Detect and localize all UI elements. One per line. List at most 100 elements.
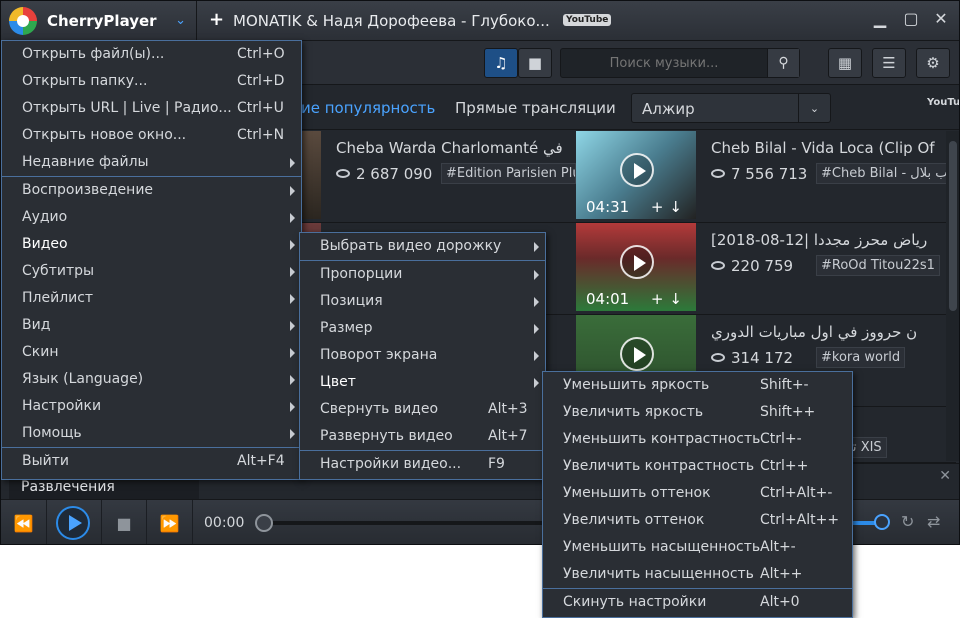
music-note-icon: ♫	[494, 54, 508, 72]
color-menu-item[interactable]: Скинуть настройки Alt+0	[543, 589, 852, 616]
chevron-right-icon	[290, 267, 295, 277]
color-menu-item[interactable]: Уменьшить оттенок Ctrl+Alt+-	[543, 480, 852, 507]
play-overlay-icon[interactable]	[620, 337, 654, 371]
color-submenu: Уменьшить яркость Shift+- Увеличить яркост…	[542, 371, 853, 618]
video-tag[interactable]: #RoOd Titou22s1	[816, 255, 940, 276]
color-menu-item[interactable]: Увеличить насыщенность Alt++	[543, 561, 852, 588]
color-menu-item[interactable]: Увеличить контрастность Ctrl++	[543, 453, 852, 480]
video-menu-item[interactable]: Цвет	[300, 369, 545, 396]
main-menu-item[interactable]: Воспроизведение	[2, 177, 301, 204]
scrollbar-thumb[interactable]	[949, 141, 957, 311]
color-menu-item[interactable]: Увеличить оттенок Ctrl+Alt++	[543, 507, 852, 534]
country-value: Алжир	[642, 100, 695, 118]
main-menu-item[interactable]: Недавние файлы	[2, 149, 301, 176]
video-tag[interactable]: #Edition Parisien Plus	[441, 163, 576, 184]
menu-item-label: Видео	[22, 236, 68, 252]
main-menu-item[interactable]: Открыть новое окно... Ctrl+N	[2, 122, 301, 149]
add-download-icons[interactable]: +↓	[651, 198, 688, 216]
seek-handle[interactable]	[255, 514, 273, 532]
menu-item-label: Выйти	[22, 453, 70, 469]
chevron-right-icon	[534, 324, 539, 334]
main-menu-item[interactable]: Помощь	[2, 420, 301, 447]
color-menu-item[interactable]: Уменьшить яркость Shift+-	[543, 372, 852, 399]
forward-button[interactable]: ⏩	[147, 500, 193, 544]
main-menu-item[interactable]: Открыть URL | Live | Радио... Ctrl+U	[2, 95, 301, 122]
menu-item-shortcut: Alt+7	[488, 428, 528, 444]
video-item[interactable]: 04:01 +↓ [2018-08-12| رياض محرز مجددا 22…	[576, 223, 956, 315]
settings-button[interactable]: ⚙	[916, 48, 950, 78]
main-menu-item[interactable]: Субтитры	[2, 258, 301, 285]
chevron-right-icon	[290, 375, 295, 385]
main-menu-item[interactable]: Плейлист	[2, 285, 301, 312]
country-select[interactable]: Алжир ⌄	[631, 93, 831, 123]
main-menu-item[interactable]: Открыть файл(ы)... Ctrl+O	[2, 41, 301, 68]
menu-item-label: Настройки	[22, 398, 102, 414]
close-button[interactable]: ✕	[930, 9, 952, 31]
add-download-icons[interactable]: +↓	[651, 290, 688, 308]
minimize-button[interactable]: ▁	[869, 9, 891, 31]
chevron-right-icon	[290, 240, 295, 250]
video-menu-item[interactable]: Настройки видео... F9	[300, 451, 545, 478]
menu-item-label: Вид	[22, 317, 51, 333]
menu-item-shortcut: Alt+-	[760, 539, 796, 555]
chevron-right-icon	[290, 294, 295, 304]
menu-item-shortcut: Alt++	[760, 566, 803, 582]
main-menu-item[interactable]: Вид	[2, 312, 301, 339]
menu-item-label: Увеличить контрастность	[563, 458, 755, 474]
chevron-right-icon	[290, 402, 295, 412]
playlist-view-button[interactable]: ☰	[872, 48, 906, 78]
grid-view-button[interactable]: ▦	[828, 48, 862, 78]
main-menu-item[interactable]: Настройки	[2, 393, 301, 420]
video-mode-button[interactable]: ■	[518, 48, 552, 78]
search-input[interactable]	[561, 49, 767, 77]
app-menu-button[interactable]: CherryPlayer ⌄	[1, 1, 197, 41]
main-menu-item[interactable]: Язык (Language)	[2, 366, 301, 393]
video-menu-item[interactable]: Свернуть видео Alt+3	[300, 396, 545, 423]
youtube-logo-icon: YouTube	[563, 14, 612, 26]
shuffle-icon[interactable]: ⇄	[927, 512, 940, 531]
video-item[interactable]: 04:31 +↓ Cheb Bilal - Vida Loca (Clip Of…	[576, 131, 956, 223]
main-menu-item[interactable]: Скин	[2, 339, 301, 366]
play-overlay-icon[interactable]	[620, 153, 654, 187]
play-button[interactable]	[56, 506, 90, 540]
video-menu-item[interactable]: Развернуть видео Alt+7	[300, 423, 545, 450]
stop-button[interactable]: ■	[101, 500, 147, 544]
list-icon: ☰	[882, 54, 896, 72]
new-tab-plus-icon[interactable]: +	[209, 9, 224, 30]
video-menu-item[interactable]: Позиция	[300, 288, 545, 315]
main-menu-item[interactable]: Видео	[2, 231, 301, 258]
video-tag[interactable]: #kora world	[816, 347, 906, 368]
tab-popularity[interactable]: ие популярность	[301, 99, 435, 117]
video-menu-item[interactable]: Пропорции	[300, 261, 545, 288]
menu-item-shortcut: Ctrl+O	[237, 46, 285, 62]
volume-handle[interactable]	[874, 514, 890, 530]
menu-item-label: Плейлист	[22, 290, 94, 306]
color-menu-item[interactable]: Уменьшить насыщенность Alt+-	[543, 534, 852, 561]
maximize-button[interactable]: ▢	[900, 9, 922, 31]
menu-item-shortcut: Ctrl+-	[760, 431, 802, 447]
cherryplayer-logo-icon	[9, 7, 37, 35]
color-menu-item[interactable]: Увеличить яркость Shift++	[543, 399, 852, 426]
chevron-right-icon	[290, 429, 295, 439]
tab-live[interactable]: Прямые трансляции	[455, 99, 616, 117]
play-overlay-icon[interactable]	[620, 245, 654, 279]
main-menu-item[interactable]: Выйти Alt+F4	[2, 448, 301, 475]
video-menu-item[interactable]: Выбрать видео дорожку	[300, 233, 545, 260]
video-list-scrollbar[interactable]	[946, 131, 959, 461]
menu-item-label: Размер	[320, 320, 373, 336]
rewind-button[interactable]: ⏪	[1, 500, 47, 544]
category-label: Развлечения	[9, 477, 199, 499]
music-mode-button[interactable]: ♫	[484, 48, 518, 78]
video-tag[interactable]: #Cheb Bilal - الشاب بلال	[816, 163, 951, 184]
repeat-icon[interactable]: ↻	[901, 512, 914, 531]
video-menu-item[interactable]: Поворот экрана	[300, 342, 545, 369]
close-panel-icon[interactable]: ✕	[939, 468, 951, 484]
search-button[interactable]: ⚲	[767, 49, 799, 77]
color-menu-item[interactable]: Уменьшить контрастность Ctrl+-	[543, 426, 852, 453]
video-menu-item[interactable]: Размер	[300, 315, 545, 342]
menu-item-label: Помощь	[22, 425, 82, 441]
main-menu-item[interactable]: Аудио	[2, 204, 301, 231]
main-menu-item[interactable]: Открыть папку... Ctrl+D	[2, 68, 301, 95]
video-views: 7 556 713	[711, 165, 807, 183]
chevron-right-icon	[534, 378, 539, 388]
